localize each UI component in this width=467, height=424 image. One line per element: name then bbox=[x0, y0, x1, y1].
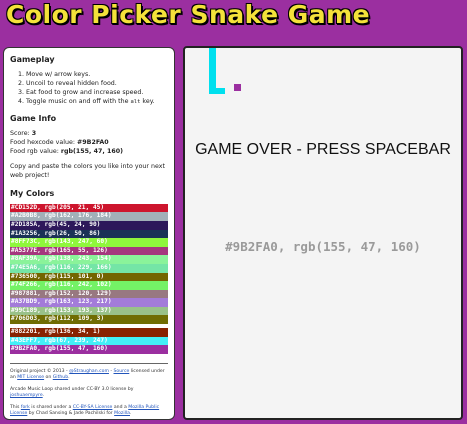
color-swatch-list: #CD152D, rgb(205, 21, 45) #A2B0B8, rgb(16… bbox=[10, 203, 168, 354]
fork-link[interactable]: fork bbox=[21, 405, 30, 410]
instruction-item: Uncoil to reveal hidden food. bbox=[26, 79, 168, 88]
source-link[interactable]: Source bbox=[114, 369, 130, 374]
color-swatch[interactable]: #CD152D, rgb(205, 21, 45) bbox=[10, 203, 168, 213]
rgb-value: rgb(155, 47, 160) bbox=[60, 147, 124, 155]
author-link[interactable]: @Straughan.com bbox=[69, 369, 109, 374]
music-author-link[interactable]: joshuaempyre bbox=[10, 393, 43, 398]
hex-label: Food hexcode value: bbox=[10, 138, 77, 146]
color-swatch[interactable]: #9B2FA0, rgb(155, 47, 160) bbox=[10, 345, 168, 354]
color-swatch[interactable]: #987881, rgb(152, 120, 129) bbox=[10, 289, 168, 299]
credit-original: Original project © 2013 - @Straughan.com… bbox=[10, 368, 165, 381]
color-swatch[interactable]: #706D03, rgb(112, 109, 3) bbox=[10, 315, 168, 325]
color-swatch[interactable]: #8AF39A, rgb(138, 243, 154) bbox=[10, 255, 168, 264]
info-panel: Gameplay Move w/ arrow keys. Uncoil to r… bbox=[3, 47, 175, 420]
color-swatch[interactable]: #8FF73C, rgb(143, 247, 60) bbox=[10, 238, 168, 247]
game-canvas[interactable]: GAME OVER - PRESS SPACEBAR #9B2FA0, rgb(… bbox=[183, 46, 463, 420]
color-swatch[interactable]: #1A3256, rgb(26, 50, 86) bbox=[10, 229, 168, 239]
score-label: Score: bbox=[10, 129, 32, 137]
color-swatch[interactable]: #A2B0B8, rgb(162, 176, 184) bbox=[10, 212, 168, 221]
credit-fork: This fork is shared under a CC-BY-SA Lic… bbox=[10, 404, 160, 416]
cc-license-link[interactable]: CC-BY-SA License bbox=[73, 405, 113, 410]
color-swatch[interactable]: #74F266, rgb(116, 242, 102) bbox=[10, 281, 168, 290]
score-value: 3 bbox=[31, 129, 37, 137]
color-swatch[interactable]: #74E5A6, rgb(116, 229, 166) bbox=[10, 263, 168, 273]
github-link[interactable]: Github bbox=[53, 375, 68, 380]
mit-license-link[interactable]: MIT License bbox=[17, 375, 44, 380]
instruction-item: Move w/ arrow keys. bbox=[26, 70, 168, 79]
copy-note: Copy and paste the colors you like into … bbox=[10, 162, 165, 180]
snake-segment bbox=[209, 88, 225, 94]
mozilla-link[interactable]: Mozilla bbox=[114, 411, 130, 416]
color-swatch[interactable]: #43EFF7, rgb(67, 239, 247) bbox=[10, 336, 168, 346]
food-color-readout: #9B2FA0, rgb(155, 47, 160) bbox=[225, 239, 421, 254]
instruction-item: Eat food to grow and increase speed. bbox=[26, 88, 168, 97]
color-swatch[interactable]: #A5377E, rgb(165, 55, 126) bbox=[10, 246, 168, 256]
instruction-suffix: key. bbox=[140, 97, 155, 105]
color-swatch[interactable]: #736500, rgb(115, 101, 0) bbox=[10, 272, 168, 282]
rgb-line: Food rgb value: rgb(155, 47, 160) bbox=[10, 147, 168, 156]
credit-music: Arcade Music Loop shared under CC-BY 3.0… bbox=[10, 386, 134, 399]
credits: Original project © 2013 - @Straughan.com… bbox=[10, 369, 168, 418]
instructions-list: Move w/ arrow keys. Uncoil to reveal hid… bbox=[10, 70, 168, 107]
gameplay-heading: Gameplay bbox=[10, 55, 55, 64]
hex-value: #9B2FA0 bbox=[76, 138, 109, 146]
my-colors-heading: My Colors bbox=[10, 189, 55, 199]
music-key: alt bbox=[130, 98, 141, 105]
score-line: Score: 3 bbox=[10, 129, 168, 138]
color-swatch[interactable]: #99C189, rgb(153, 193, 137) bbox=[10, 306, 168, 316]
divider bbox=[10, 362, 168, 364]
instruction-item: Toggle music on and off with the alt key… bbox=[26, 97, 168, 107]
color-swatch[interactable]: #2D185A, rgb(45, 24, 90) bbox=[10, 220, 168, 230]
app-title: Color Picker Snake Game bbox=[6, 0, 371, 29]
color-swatch[interactable]: #882201, rgb(136, 34, 1) bbox=[10, 328, 168, 337]
game-info-heading: Game Info bbox=[10, 113, 57, 123]
instruction-text: Toggle music on and off with the bbox=[26, 97, 129, 105]
color-swatch[interactable]: #A37BD9, rgb(163, 123, 217) bbox=[10, 298, 168, 307]
game-over-message: GAME OVER - PRESS SPACEBAR bbox=[195, 141, 451, 158]
food-pellet bbox=[234, 84, 241, 91]
rgb-label: Food rgb value: bbox=[10, 147, 61, 155]
hex-line: Food hexcode value: #9B2FA0 bbox=[10, 138, 168, 147]
